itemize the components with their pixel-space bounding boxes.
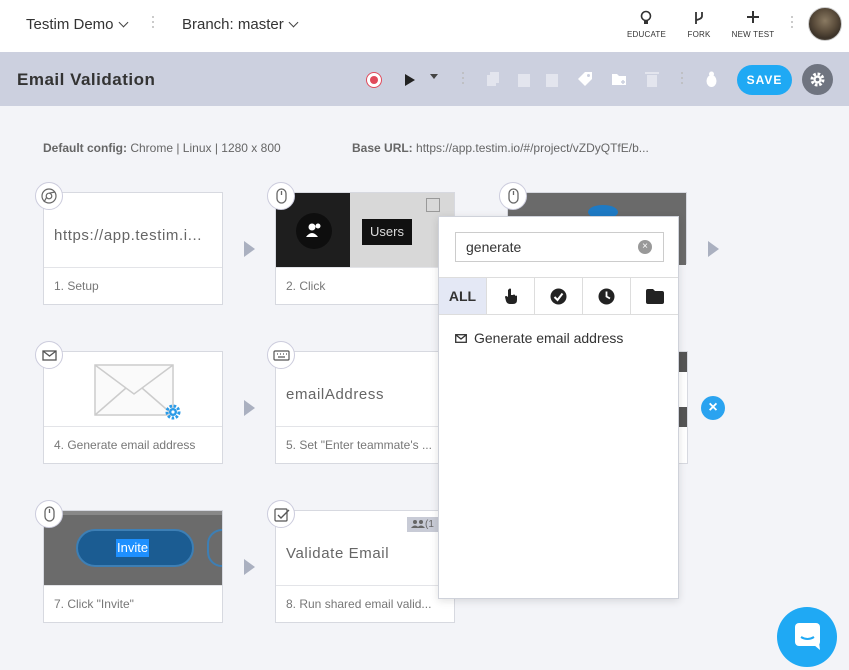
default-config: Default config: Chrome | Linux | 1280 x … (43, 141, 281, 155)
tab-all[interactable]: ALL (439, 278, 487, 314)
default-config-value: Chrome | Linux | 1280 x 800 (130, 141, 281, 155)
mouse-icon (35, 500, 63, 528)
gear-icon (810, 72, 825, 87)
fork-label: FORK (687, 30, 711, 39)
users-icon (411, 520, 425, 528)
project-selector[interactable]: Testim Demo (26, 16, 128, 33)
tab-wait[interactable] (583, 278, 631, 314)
top-nav: Testim Demo Branch: master EDUCATE FORK … (0, 0, 849, 52)
lightbulb-icon (627, 10, 665, 28)
step-caption: 5. Set "Enter teammate's ... (276, 426, 454, 463)
step-card-2[interactable]: Users 2. Click (275, 192, 455, 305)
tab-actions[interactable] (487, 278, 535, 314)
step-caption: 7. Click "Invite" (44, 585, 222, 622)
branch-selector[interactable]: Branch: master (182, 16, 299, 33)
clock-icon (598, 288, 615, 304)
branch-name: Branch: master (182, 16, 284, 33)
avatar[interactable] (808, 7, 842, 41)
chevron-down-icon (118, 17, 128, 28)
step-card-4[interactable]: 4. Generate email address (43, 351, 223, 464)
divider (152, 16, 155, 31)
base-url-value: https://app.testim.io/#/project/vZDyQTfE… (416, 141, 649, 155)
project-name: Testim Demo (26, 16, 114, 33)
arrow-right-icon (244, 559, 255, 575)
fork-icon (686, 10, 712, 28)
clear-icon[interactable]: × (638, 240, 652, 254)
step-url-text: https://app.testim.i... (54, 227, 203, 244)
shared-group-tag: (1 (407, 517, 441, 532)
bug-icon[interactable] (704, 71, 719, 88)
divider (462, 72, 465, 87)
save-button[interactable]: SAVE (737, 65, 792, 95)
folder-add-icon[interactable] (611, 71, 628, 87)
add-step-popup: × ALL Generate email address (438, 216, 679, 599)
step-screenshot: Invite (44, 511, 222, 585)
step-caption: 2. Click (276, 267, 454, 304)
step-value-text: Validate Email (286, 545, 390, 562)
tab-validations[interactable] (535, 278, 583, 314)
arrow-right-icon (244, 400, 255, 416)
step-caption: 8. Run shared email valid... (276, 585, 454, 622)
step-value-text: emailAddress (286, 386, 385, 403)
hand-pointer-icon (504, 288, 517, 304)
step-card-5[interactable]: emailAddress 5. Set "Enter teammate's ..… (275, 351, 455, 464)
base-url: Base URL: https://app.testim.io/#/projec… (352, 141, 649, 155)
check-circle-icon (550, 288, 567, 304)
step-card-8[interactable]: (1 Validate Email 8. Run shared email va… (275, 510, 455, 623)
result-label: Generate email address (474, 330, 624, 346)
caret-down-icon[interactable] (430, 74, 438, 80)
step-caption: 4. Generate email address (44, 426, 222, 463)
play-icon[interactable] (403, 72, 417, 88)
shared-group-count: (1 (425, 519, 434, 530)
new-test-label: NEW TEST (731, 30, 775, 39)
step-tooltip: Users (362, 219, 412, 245)
result-item[interactable]: Generate email address (455, 330, 623, 346)
trash-icon[interactable] (645, 71, 659, 88)
tag-icon[interactable] (577, 71, 593, 87)
step-thumbnail (44, 352, 222, 426)
filter-tabs: ALL (439, 277, 678, 315)
chat-icon (795, 623, 820, 650)
default-config-label: Default config: (43, 141, 127, 155)
search-input[interactable] (455, 232, 664, 262)
chevron-down-icon (288, 17, 299, 28)
step-caption: 1. Setup (44, 267, 222, 304)
step-screenshot: Users (276, 193, 454, 267)
tab-shared[interactable] (631, 278, 678, 314)
mail-icon (35, 341, 63, 369)
plus-icon (730, 10, 776, 28)
check-icon (267, 500, 295, 528)
divider (681, 72, 684, 87)
educate-label: EDUCATE (627, 30, 667, 39)
step-card-7[interactable]: Invite 7. Click "Invite" (43, 510, 223, 623)
chat-button[interactable] (777, 607, 837, 667)
invite-button-preview: Invite (116, 539, 150, 557)
copy-icon[interactable] (486, 71, 501, 88)
arrow-right-icon (244, 241, 255, 257)
mail-icon (455, 334, 467, 343)
mouse-icon (499, 182, 527, 210)
record-button[interactable] (366, 72, 382, 88)
page-title: Email Validation (17, 70, 156, 89)
users-icon (306, 223, 321, 237)
envelope-icon (94, 364, 181, 420)
educate-button[interactable]: EDUCATE (627, 10, 667, 39)
chrome-icon (35, 182, 63, 210)
test-toolbar: Email Validation (0, 52, 849, 106)
clipboard-icon[interactable] (545, 71, 559, 88)
step-card-1[interactable]: https://app.testim.i... 1. Setup (43, 192, 223, 305)
keyboard-icon (267, 341, 295, 369)
close-icon[interactable]: × (701, 396, 725, 420)
arrow-right-icon (708, 241, 719, 257)
step-card-6-edge (678, 351, 688, 464)
fork-button[interactable]: FORK (686, 10, 712, 39)
divider (791, 16, 794, 31)
settings-button[interactable] (802, 64, 833, 95)
mouse-icon (267, 182, 295, 210)
base-url-label: Base URL: (352, 141, 413, 155)
paste-icon[interactable] (517, 71, 531, 88)
folder-icon (645, 288, 664, 304)
new-test-button[interactable]: NEW TEST (730, 10, 776, 39)
